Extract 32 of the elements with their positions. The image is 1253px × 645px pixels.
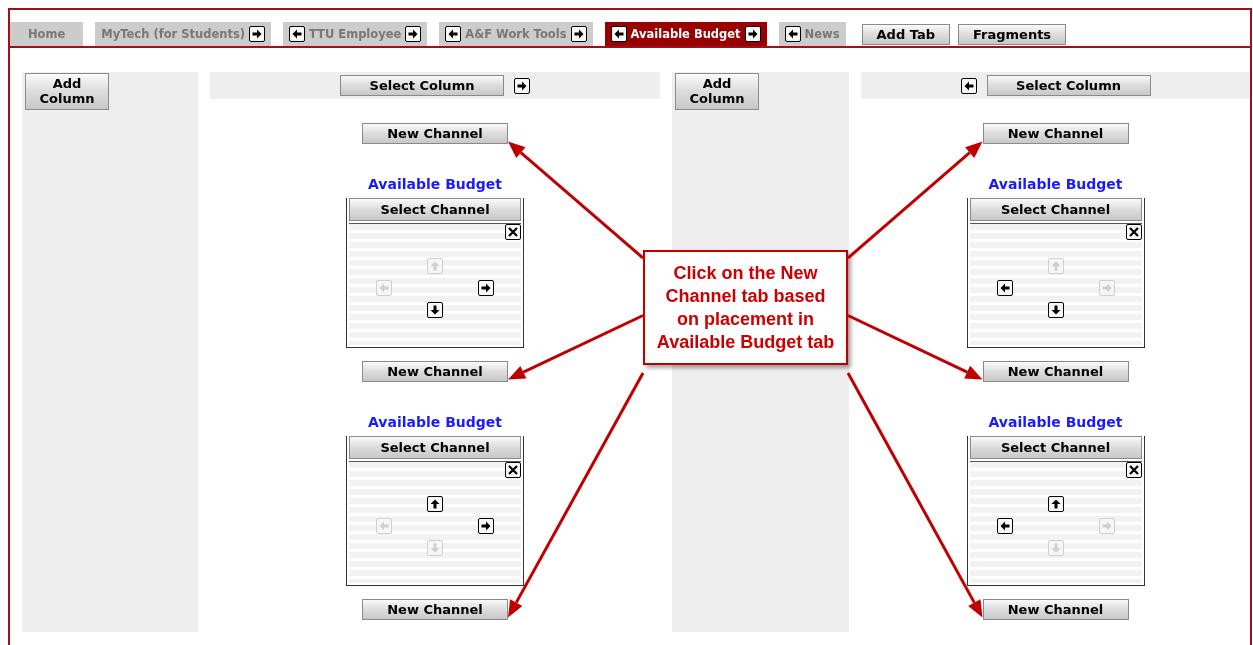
- select-channel-button[interactable]: Select Channel: [349, 436, 521, 459]
- right-arrow-icon[interactable]: [478, 280, 494, 296]
- channel-title: Available Budget: [988, 176, 1123, 192]
- new-channel-button[interactable]: New Channel: [362, 123, 508, 144]
- close-icon[interactable]: [1125, 224, 1142, 240]
- left-arrow-icon[interactable]: [289, 26, 305, 42]
- tab[interactable]: Available Budget: [604, 22, 767, 46]
- up-arrow-icon[interactable]: [427, 496, 443, 512]
- fragments-button[interactable]: Fragments: [958, 24, 1067, 45]
- right-arrow-icon[interactable]: [478, 518, 494, 534]
- select-channel-button[interactable]: Select Channel: [969, 436, 1142, 459]
- channel-title: Available Budget: [368, 176, 502, 192]
- close-icon[interactable]: [1125, 462, 1142, 478]
- add-column-button[interactable]: Add Column: [25, 73, 109, 110]
- select-channel-button[interactable]: Select Channel: [969, 198, 1142, 221]
- new-channel-button[interactable]: New Channel: [982, 599, 1129, 620]
- new-channel-button[interactable]: New Channel: [982, 361, 1129, 382]
- select-column-button[interactable]: Select Column: [340, 75, 504, 96]
- new-channel-button[interactable]: New Channel: [362, 361, 508, 382]
- add-tab-button[interactable]: Add Tab: [861, 24, 950, 45]
- select-column-button[interactable]: Select Column: [986, 75, 1151, 96]
- close-icon[interactable]: [505, 462, 521, 478]
- channel-title: Available Budget: [988, 414, 1123, 430]
- new-channel-button[interactable]: New Channel: [982, 123, 1129, 144]
- right-arrow-icon[interactable]: [249, 26, 265, 42]
- down-arrow-icon[interactable]: [427, 302, 443, 318]
- channel-title: Available Budget: [368, 414, 502, 430]
- close-icon[interactable]: [505, 224, 521, 240]
- new-channel-button[interactable]: New Channel: [362, 599, 508, 620]
- add-column-button[interactable]: Add Column: [675, 73, 759, 110]
- select-channel-button[interactable]: Select Channel: [349, 198, 521, 221]
- callout: Click on the New Channel tab based on placement in Available Budget tab: [643, 250, 848, 365]
